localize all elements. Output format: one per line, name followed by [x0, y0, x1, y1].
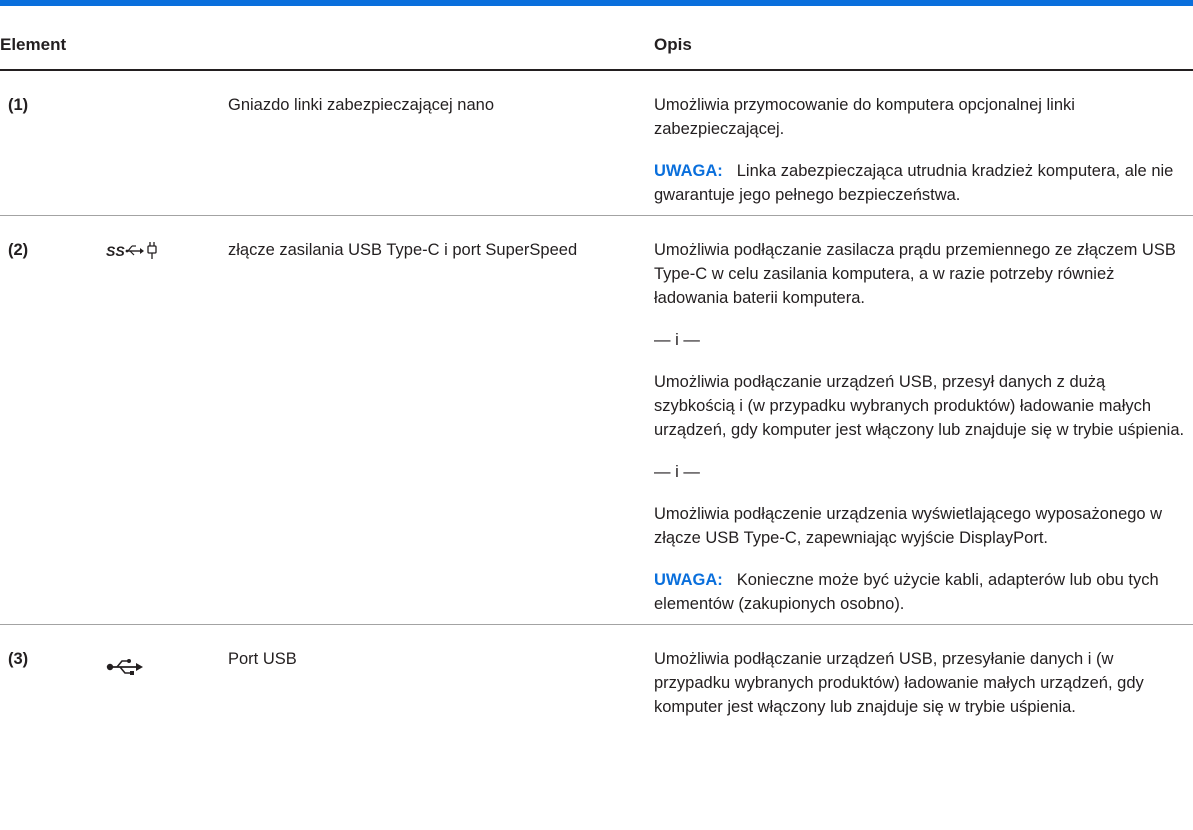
header-description: Opis	[654, 10, 1193, 71]
note-text: Konieczne może być użycie kabli, adapter…	[654, 571, 1159, 613]
description-paragraph: Umożliwia podłączenie urządzenia wyświet…	[654, 505, 1163, 547]
component-table: Element Opis (1) Gniazdo linki zabezpiec…	[0, 10, 1193, 727]
description-paragraph: Umożliwia podłączanie urządzeń USB, prze…	[654, 650, 1144, 716]
row-icon-cell	[98, 625, 228, 728]
row-number: (2)	[0, 215, 98, 625]
note-label: UWAGA:	[654, 162, 723, 180]
alternative-separator: — i —	[654, 463, 700, 481]
superspeed-usb-power-icon: SS	[106, 242, 162, 266]
note: UWAGA: Linka zabezpieczająca utrudnia kra…	[654, 159, 1189, 207]
table-row: (2) SS złącze zasilania USB Type-C i por…	[0, 215, 1193, 625]
description-paragraph: Umożliwia podłączanie zasilacza prądu pr…	[654, 241, 1176, 307]
description-paragraph: Umożliwia podłączanie urządzeń USB, prze…	[654, 373, 1185, 439]
row-icon-cell: SS	[98, 215, 228, 625]
component-name: Gniazdo linki zabezpieczającej nano	[228, 70, 654, 216]
table-row: (3) Port USB Umożliwia podłączanie urząd…	[0, 625, 1193, 728]
svg-text:SS: SS	[106, 243, 125, 259]
alternative-separator: — i —	[654, 331, 700, 349]
row-icon-cell	[98, 70, 228, 216]
row-number: (1)	[0, 70, 98, 216]
description-paragraph: Umożliwia przymocowanie do komputera opc…	[654, 96, 1075, 138]
table-header-row: Element Opis	[0, 10, 1193, 71]
note-text: Linka zabezpieczająca utrudnia kradzież …	[654, 162, 1174, 204]
component-description: Umożliwia podłączanie urządzeń USB, prze…	[654, 625, 1193, 728]
header-element: Element	[0, 10, 654, 71]
table-row: (1) Gniazdo linki zabezpieczającej nano …	[0, 70, 1193, 216]
note-label: UWAGA:	[654, 571, 723, 589]
row-number: (3)	[8, 650, 29, 668]
component-description: Umożliwia podłączanie zasilacza prądu pr…	[654, 215, 1193, 625]
component-name: Port USB	[228, 650, 297, 668]
component-description: Umożliwia przymocowanie do komputera opc…	[654, 70, 1193, 216]
usb-icon	[106, 659, 144, 681]
component-name: złącze zasilania USB Type-C i port Super…	[228, 215, 654, 625]
note: UWAGA: Konieczne może być użycie kabli, a…	[654, 568, 1189, 616]
